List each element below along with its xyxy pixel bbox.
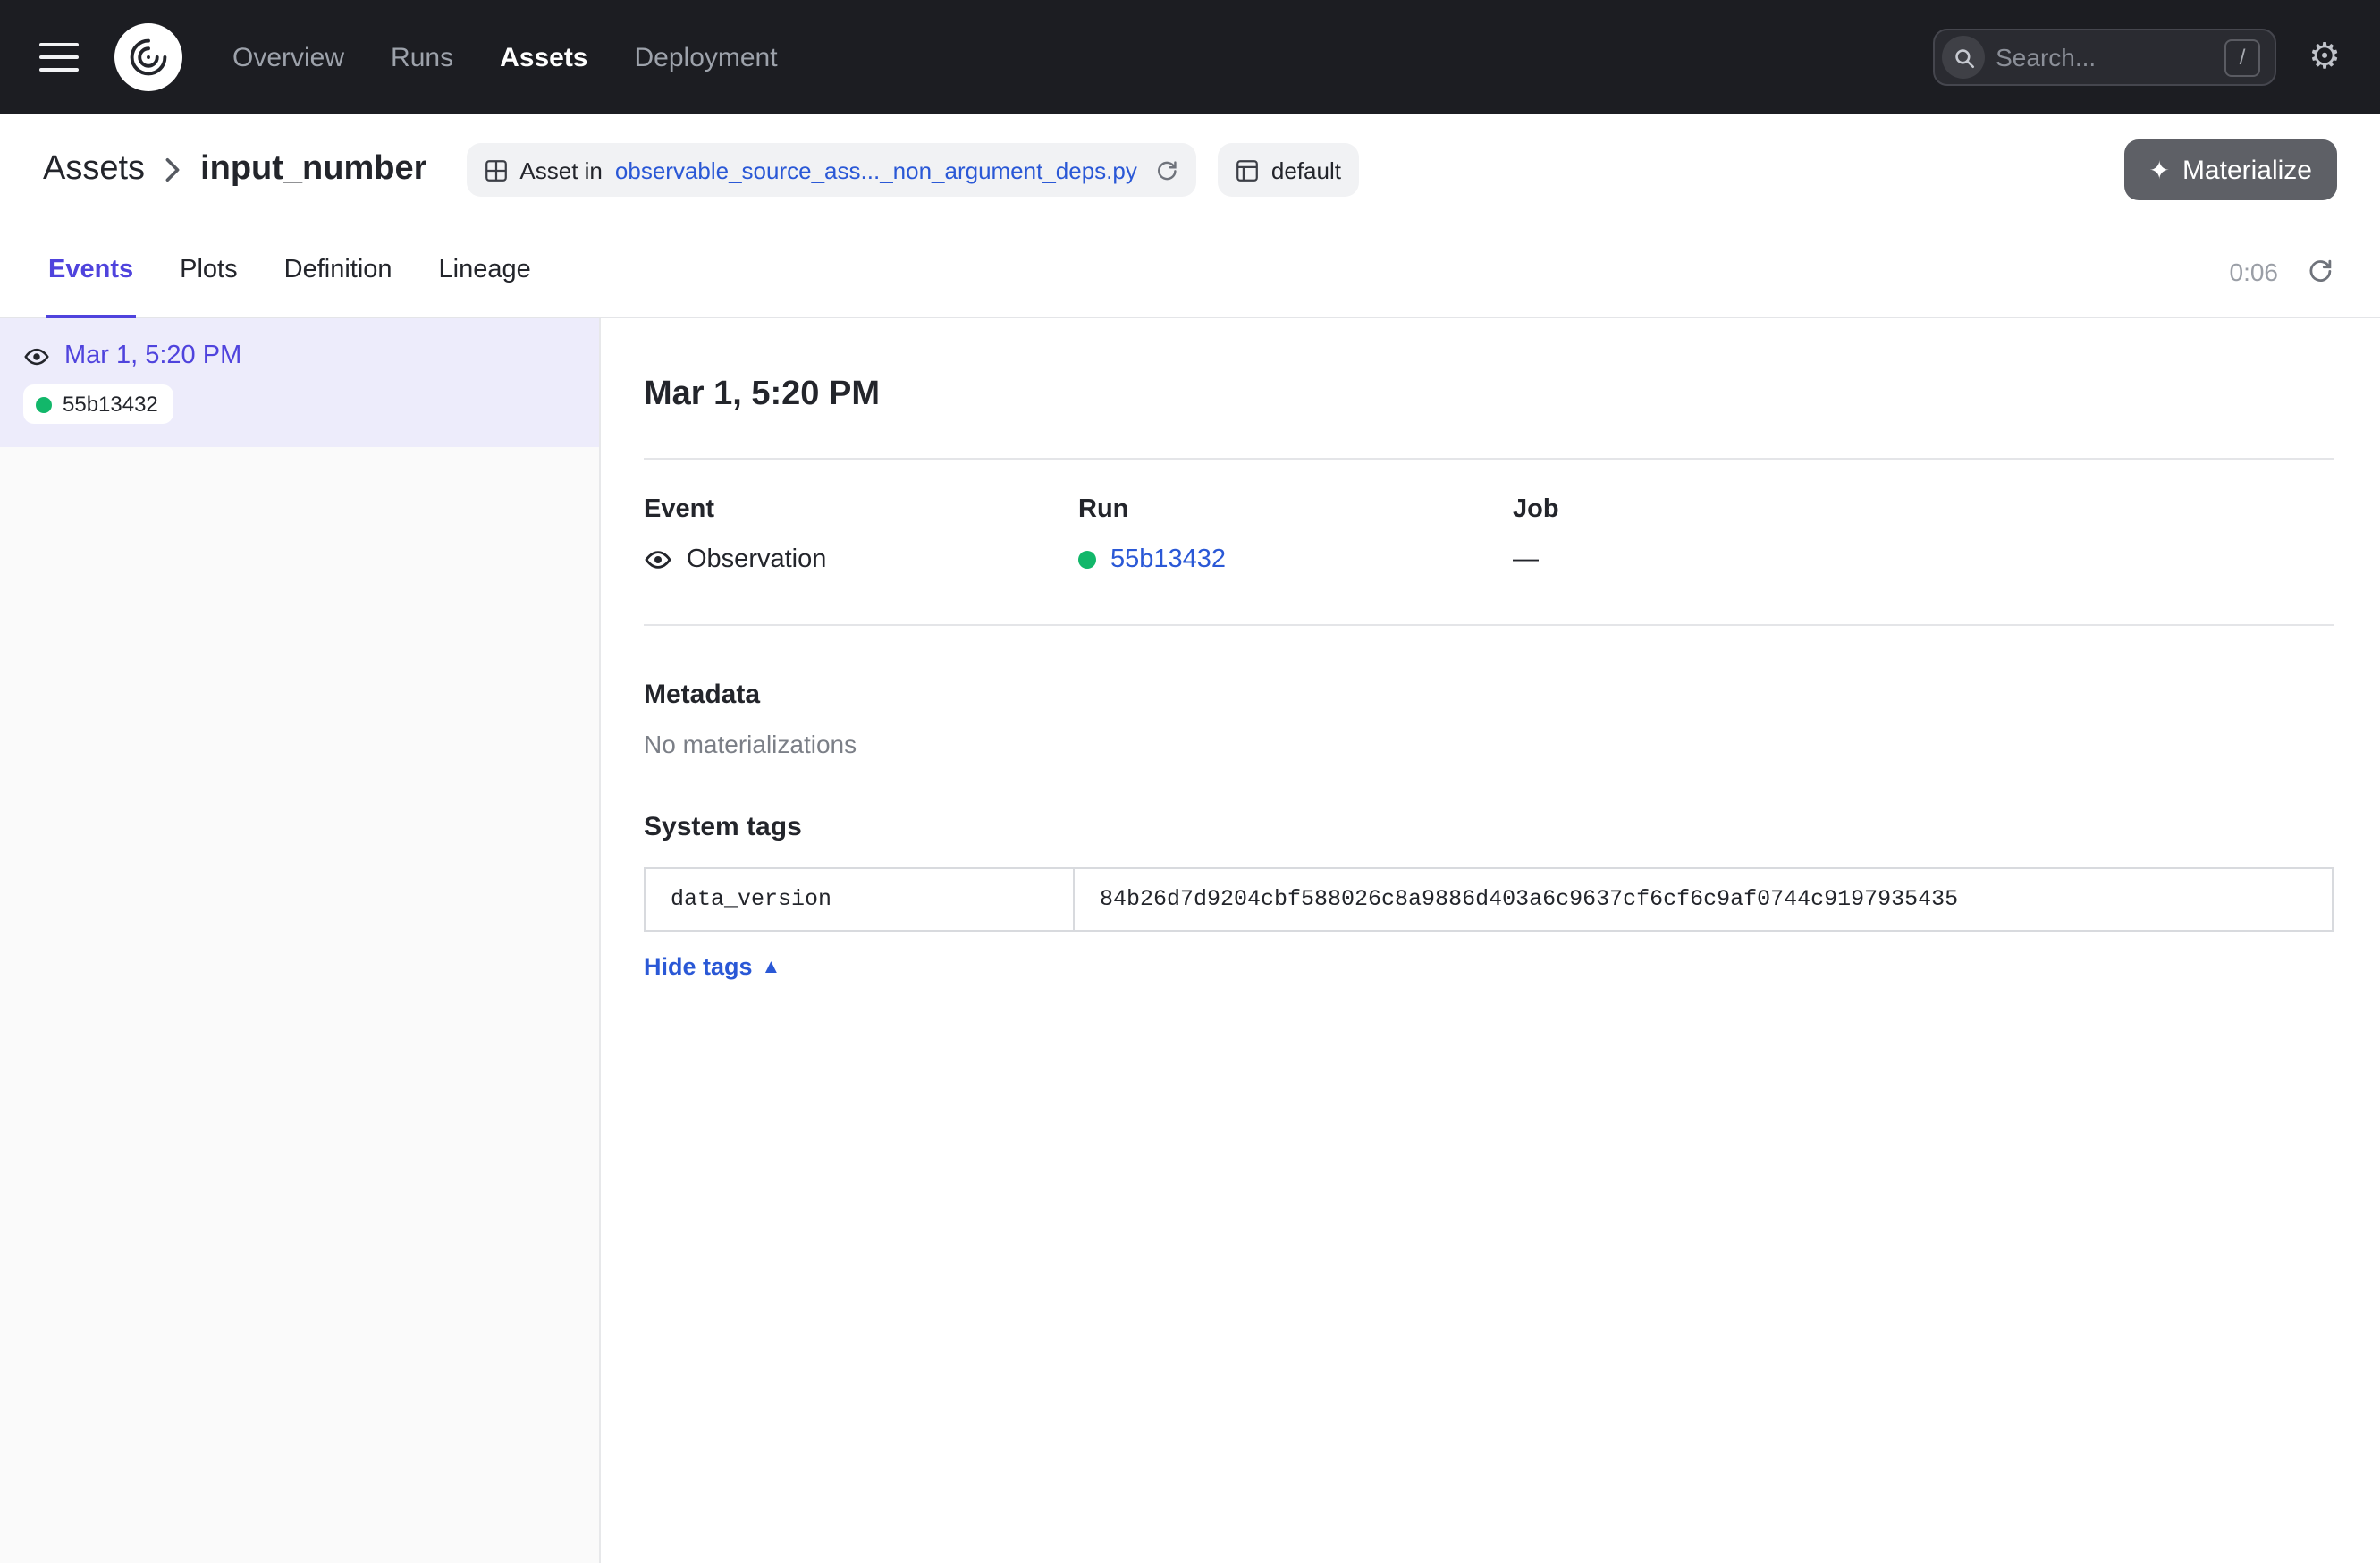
tab-lineage[interactable]: Lineage [437, 225, 533, 318]
system-tags-heading: System tags [644, 812, 2334, 842]
gear-icon[interactable]: ⚙ [2308, 39, 2341, 75]
asset-tabs-row: Events Plots Definition Lineage 0:06 [0, 225, 2380, 318]
materialize-button[interactable]: ✦ Materialize [2123, 139, 2337, 200]
materialize-button-label: Materialize [2182, 155, 2312, 185]
job-empty-value: — [1513, 545, 1539, 574]
caret-up-icon: ▲ [762, 956, 781, 977]
dagster-logo[interactable] [114, 23, 182, 91]
metadata-empty-text: No materializations [644, 730, 2334, 758]
event-run-chip: 55b13432 [23, 384, 174, 424]
tab-definition[interactable]: Definition [283, 225, 394, 318]
metadata-heading: Metadata [644, 680, 2334, 710]
asset-tabs: Events Plots Definition Lineage [46, 225, 533, 317]
asset-table-icon [484, 158, 507, 182]
event-list-sidebar: Mar 1, 5:20 PM 55b13432 [0, 318, 601, 1563]
event-run-id: 55b13432 [63, 392, 158, 417]
event-summary-columns: Event Observation Run 55b13432 [644, 495, 2334, 574]
divider [644, 458, 2334, 460]
top-navbar: Overview Runs Assets Deployment / ⚙ [0, 0, 2380, 114]
event-column-label: Event [644, 495, 1078, 524]
hamburger-menu-icon[interactable] [39, 43, 79, 72]
refresh-countdown: 0:06 [2230, 257, 2279, 285]
asset-group-chip[interactable]: default [1218, 143, 1359, 197]
asset-header: Assets input_number Asset in observable_… [0, 114, 2380, 225]
asset-title: input_number [200, 150, 426, 190]
nav-link-deployment[interactable]: Deployment [635, 42, 778, 72]
job-column-label: Job [1513, 495, 1947, 524]
event-detail-title: Mar 1, 5:20 PM [644, 376, 2334, 415]
sparkle-icon: ✦ [2148, 157, 2169, 182]
run-id-link[interactable]: 55b13432 [1110, 545, 1226, 574]
run-status-dot [1078, 551, 1096, 569]
tab-events[interactable]: Events [46, 225, 135, 318]
nav-link-runs[interactable]: Runs [391, 42, 453, 72]
divider [644, 624, 2334, 626]
global-search[interactable]: / [1933, 29, 2276, 86]
dagster-swirl-icon [125, 34, 172, 80]
run-status-dot [36, 396, 52, 412]
asset-file-link[interactable]: observable_source_ass..._non_argument_de… [615, 156, 1137, 183]
event-type-value: Observation [687, 545, 826, 574]
event-detail-pane: Mar 1, 5:20 PM Event Observation Run [601, 318, 2380, 1563]
reload-code-location-icon[interactable] [1155, 158, 1178, 182]
hide-tags-label: Hide tags [644, 953, 753, 980]
search-input[interactable] [1985, 43, 2224, 72]
asset-group-icon [1236, 158, 1259, 182]
nav-link-assets[interactable]: Assets [500, 42, 587, 72]
nav-link-overview[interactable]: Overview [232, 42, 344, 72]
asset-location-prefix: Asset in [519, 156, 603, 183]
asset-location-chip: Asset in observable_source_ass..._non_ar… [466, 143, 1195, 197]
navbar-right: / ⚙ [1933, 29, 2341, 86]
breadcrumb-assets-link[interactable]: Assets [43, 150, 145, 190]
eye-icon [644, 545, 672, 574]
event-list-item-selected[interactable]: Mar 1, 5:20 PM 55b13432 [0, 318, 599, 447]
run-column: Run 55b13432 [1078, 495, 1513, 574]
search-shortcut-badge: / [2224, 38, 2260, 76]
tag-key-cell: data_version [645, 868, 1074, 931]
refresh-controls: 0:06 [2230, 225, 2334, 317]
system-tags-table: data_version 84b26d7d9204cbf588026c8a988… [644, 867, 2334, 932]
event-timestamp: Mar 1, 5:20 PM [64, 342, 241, 370]
hide-tags-link[interactable]: Hide tags ▲ [644, 953, 781, 980]
app-root: Overview Runs Assets Deployment / ⚙ Asse… [0, 0, 2380, 1563]
job-column: Job — [1513, 495, 1947, 574]
tag-value-cell: 84b26d7d9204cbf588026c8a9886d403a6c9637c… [1074, 868, 2333, 931]
run-column-label: Run [1078, 495, 1513, 524]
primary-nav: Overview Runs Assets Deployment [232, 42, 778, 72]
asset-group-label: default [1271, 156, 1341, 183]
tab-plots[interactable]: Plots [178, 225, 240, 318]
observation-eye-icon [23, 342, 50, 369]
refresh-icon[interactable] [2307, 258, 2334, 284]
search-icon [1942, 36, 1985, 79]
content-area: Mar 1, 5:20 PM 55b13432 Mar 1, 5:20 PM E… [0, 318, 2380, 1563]
event-column: Event Observation [644, 495, 1078, 574]
breadcrumb-chevron-icon [165, 157, 181, 182]
table-row: data_version 84b26d7d9204cbf588026c8a988… [645, 868, 2333, 931]
